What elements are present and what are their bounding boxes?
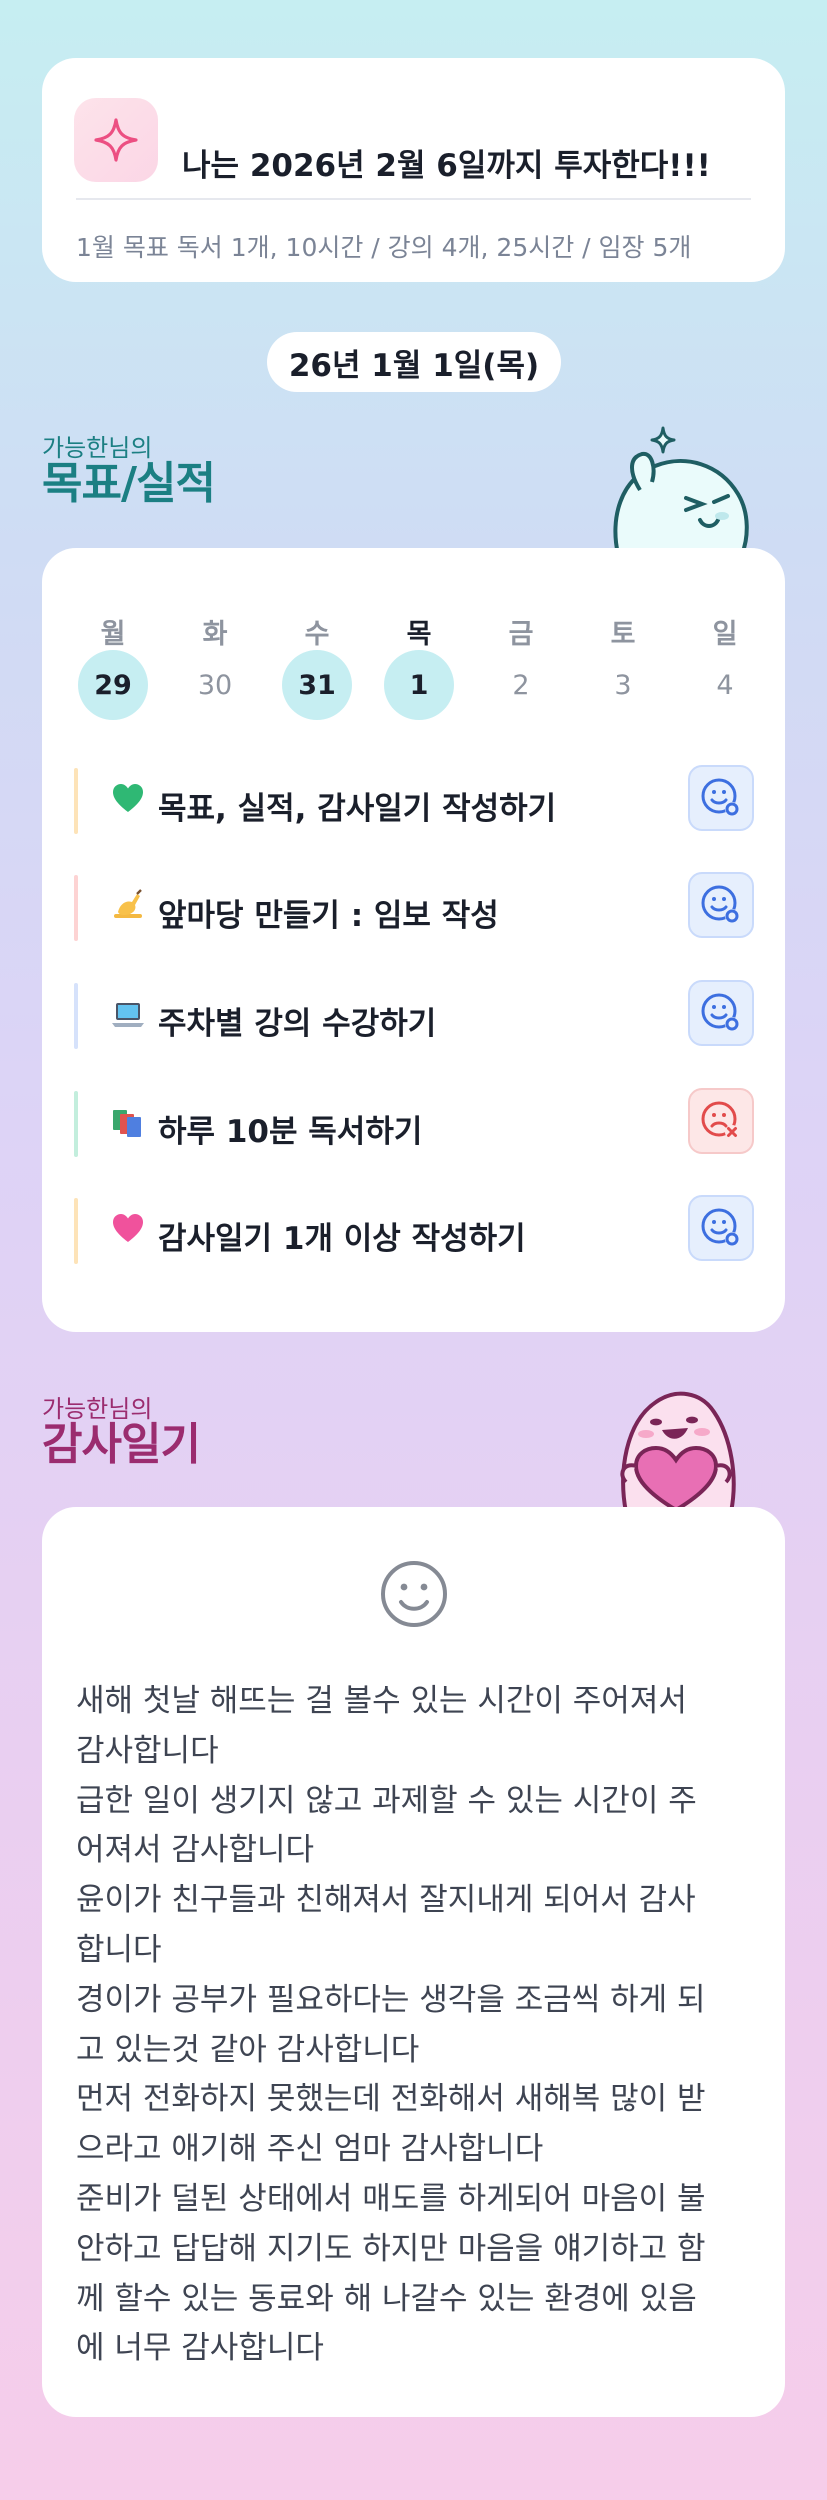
ghost-mascot-illustration xyxy=(600,424,750,556)
heart-mascot-illustration xyxy=(596,1382,756,1514)
diary-section-subtitle: 가능한님의 xyxy=(42,1395,153,1423)
task-accent-bar xyxy=(74,1198,78,1264)
day-cell[interactable]: 2 xyxy=(486,650,556,720)
laptop-icon xyxy=(110,996,146,1032)
task-item[interactable]: 하루 10분 독서하기 xyxy=(74,1088,754,1158)
diary-section-title: 감사일기 xyxy=(42,1419,201,1470)
day-cell-selected[interactable]: 1 xyxy=(384,650,454,720)
status-good-button[interactable] xyxy=(688,980,754,1046)
task-label: 감사일기 1개 이상 작성하기 xyxy=(158,1221,526,1257)
smile-status-icon xyxy=(701,778,739,816)
diary-text: 새해 첫날 해뜨는 걸 볼수 있는 시간이 주어져서 감사합니다 급한 일이 생… xyxy=(76,1683,706,2367)
divider xyxy=(76,198,751,200)
smile-status-icon xyxy=(701,993,739,1031)
status-good-button[interactable] xyxy=(688,765,754,831)
task-item[interactable]: 목표, 실적, 감사일기 작성하기 xyxy=(74,765,754,835)
day-cell[interactable]: 4 xyxy=(690,650,760,720)
goals-section-title: 목표/실적 xyxy=(42,458,216,509)
task-accent-bar xyxy=(74,875,78,941)
goal-card[interactable]: 나는 2026년 2월 6일까지 투자한다!!! 1월 목표 독서 1개, 10… xyxy=(42,58,785,282)
task-accent-bar xyxy=(74,983,78,1049)
day-cell[interactable]: 30 xyxy=(180,650,250,720)
status-good-button[interactable] xyxy=(688,1195,754,1261)
task-label: 목표, 실적, 감사일기 작성하기 xyxy=(158,791,557,827)
task-item[interactable]: 앞마당 만들기 : 임보 작성 xyxy=(74,872,754,942)
smile-status-icon xyxy=(701,885,739,923)
day-row: 29 30 31 1 2 3 4 xyxy=(42,650,785,720)
smile-face-icon xyxy=(379,1559,449,1629)
task-item[interactable]: 주차별 강의 수강하기 xyxy=(74,980,754,1050)
status-good-button[interactable] xyxy=(688,872,754,938)
pink-heart-icon xyxy=(110,1211,146,1247)
task-label: 앞마당 만들기 : 임보 작성 xyxy=(158,898,499,934)
sparkle-icon xyxy=(74,98,158,182)
green-heart-icon xyxy=(110,781,146,817)
writing-hand-icon xyxy=(110,888,146,924)
day-cell[interactable]: 31 xyxy=(282,650,352,720)
day-cell[interactable]: 29 xyxy=(78,650,148,720)
task-label: 하루 10분 독서하기 xyxy=(158,1114,423,1150)
books-icon xyxy=(110,1104,146,1140)
task-accent-bar xyxy=(74,768,78,834)
date-selector[interactable]: 26년 1월 1일(목) xyxy=(267,332,561,392)
smile-status-icon xyxy=(701,1208,739,1246)
goal-title: 나는 2026년 2월 6일까지 투자한다!!! xyxy=(182,148,711,184)
task-item[interactable]: 감사일기 1개 이상 작성하기 xyxy=(74,1195,754,1265)
month-goal-text: 1월 목표 독서 1개, 10시간 / 강의 4개, 25시간 / 임장 5개 xyxy=(76,233,692,262)
goals-section-subtitle: 가능한님의 xyxy=(42,434,153,462)
goals-card: 월 화 수 목 금 토 일 29 30 31 1 2 3 4 목표, 실적, 감… xyxy=(42,548,785,1332)
task-accent-bar xyxy=(74,1091,78,1157)
sad-status-icon xyxy=(701,1101,739,1139)
status-bad-button[interactable] xyxy=(688,1088,754,1154)
task-label: 주차별 강의 수강하기 xyxy=(158,1006,437,1042)
diary-card[interactable]: 새해 첫날 해뜨는 걸 볼수 있는 시간이 주어져서 감사합니다 급한 일이 생… xyxy=(42,1507,785,2417)
day-cell[interactable]: 3 xyxy=(588,650,658,720)
